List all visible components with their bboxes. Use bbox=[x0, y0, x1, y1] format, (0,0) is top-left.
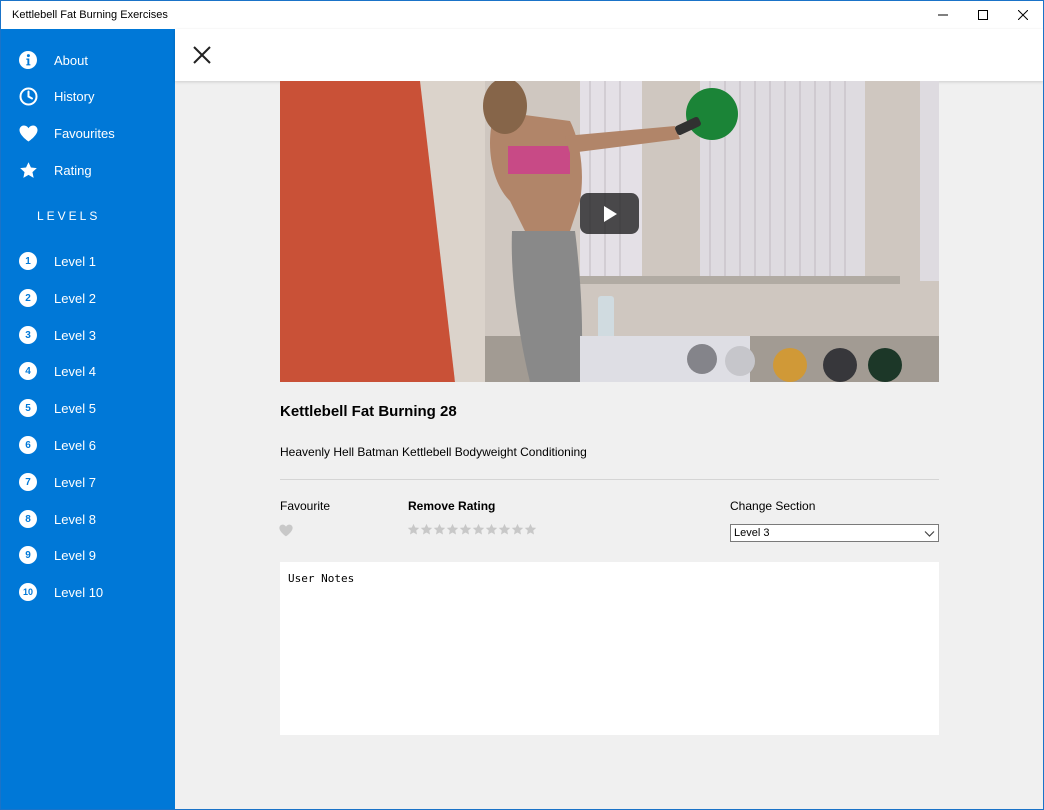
sidebar-item-label: Favourites bbox=[54, 125, 115, 141]
rating-star-icon[interactable] bbox=[420, 523, 433, 536]
section-select[interactable]: Level 3 bbox=[730, 524, 939, 542]
app-window: Kettlebell Fat Burning Exercises About H… bbox=[0, 0, 1044, 810]
sidebar-item-about[interactable]: About bbox=[1, 42, 175, 78]
level-number-icon: 2 bbox=[19, 289, 37, 307]
sidebar-item-history[interactable]: History bbox=[1, 78, 175, 114]
sidebar: About History Favourites Rating LEVELS 1… bbox=[1, 29, 175, 809]
sidebar-item-level-8[interactable]: 8 Level 8 bbox=[1, 501, 175, 537]
sidebar-item-label: Level 7 bbox=[54, 474, 96, 490]
play-button[interactable] bbox=[580, 193, 639, 234]
sidebar-item-label: Level 9 bbox=[54, 547, 96, 563]
sidebar-item-level-6[interactable]: 6 Level 6 bbox=[1, 427, 175, 463]
close-detail-button[interactable] bbox=[190, 43, 214, 67]
levels-heading: LEVELS bbox=[37, 209, 101, 223]
chevron-down-icon bbox=[924, 531, 935, 537]
sidebar-item-label: Level 4 bbox=[54, 363, 96, 379]
exercise-description: Heavenly Hell Batman Kettlebell Bodyweig… bbox=[280, 445, 587, 459]
sidebar-item-label: Level 10 bbox=[54, 584, 104, 600]
detail-header bbox=[175, 29, 1043, 81]
info-icon bbox=[18, 50, 38, 70]
level-number-icon: 6 bbox=[19, 436, 37, 454]
favourite-label: Favourite bbox=[280, 499, 331, 513]
change-section-label: Change Section bbox=[730, 499, 816, 513]
level-number-icon: 8 bbox=[19, 510, 37, 528]
sidebar-item-favourites[interactable]: Favourites bbox=[1, 115, 175, 151]
heart-icon bbox=[18, 123, 38, 143]
sidebar-item-label: Level 5 bbox=[54, 400, 96, 416]
level-number-icon: 3 bbox=[19, 326, 37, 344]
star-icon bbox=[18, 160, 38, 180]
sidebar-item-level-10[interactable]: 10 Level 10 bbox=[1, 574, 175, 610]
level-number-icon: 5 bbox=[19, 399, 37, 417]
rating-stars[interactable] bbox=[407, 523, 537, 536]
level-number-icon: 9 bbox=[19, 546, 37, 564]
rating-star-icon[interactable] bbox=[472, 523, 485, 536]
sidebar-item-label: Rating bbox=[54, 162, 92, 178]
rating-star-icon[interactable] bbox=[407, 523, 420, 536]
sidebar-item-level-5[interactable]: 5 Level 5 bbox=[1, 390, 175, 426]
user-notes-input[interactable] bbox=[280, 562, 939, 735]
title-bar: Kettlebell Fat Burning Exercises bbox=[1, 1, 1043, 29]
sidebar-item-rating[interactable]: Rating bbox=[1, 152, 175, 188]
section-selected-value: Level 3 bbox=[734, 527, 770, 539]
sidebar-item-level-3[interactable]: 3 Level 3 bbox=[1, 317, 175, 353]
sidebar-item-level-9[interactable]: 9 Level 9 bbox=[1, 537, 175, 573]
sidebar-item-level-7[interactable]: 7 Level 7 bbox=[1, 464, 175, 500]
level-number-icon: 10 bbox=[19, 583, 37, 601]
heart-icon bbox=[279, 524, 293, 537]
level-number-icon: 1 bbox=[19, 252, 37, 270]
sidebar-item-label: Level 1 bbox=[54, 253, 96, 269]
favourite-toggle[interactable] bbox=[279, 524, 293, 538]
rating-star-icon[interactable] bbox=[433, 523, 446, 536]
sidebar-item-label: Level 6 bbox=[54, 437, 96, 453]
rating-star-icon[interactable] bbox=[498, 523, 511, 536]
video-player[interactable] bbox=[280, 81, 939, 382]
rating-star-icon[interactable] bbox=[459, 523, 472, 536]
sidebar-item-label: Level 3 bbox=[54, 327, 96, 343]
rating-star-icon[interactable] bbox=[511, 523, 524, 536]
exercise-title: Kettlebell Fat Burning 28 bbox=[280, 403, 457, 420]
sidebar-item-label: Level 8 bbox=[54, 511, 96, 527]
level-number-icon: 7 bbox=[19, 473, 37, 491]
maximize-icon bbox=[978, 10, 988, 20]
sidebar-item-label: Level 2 bbox=[54, 290, 96, 306]
rating-star-icon[interactable] bbox=[446, 523, 459, 536]
close-icon bbox=[193, 46, 211, 64]
sidebar-item-level-1[interactable]: 1 Level 1 bbox=[1, 243, 175, 279]
sidebar-item-label: About bbox=[54, 52, 88, 68]
close-icon bbox=[1018, 10, 1028, 20]
exercise-detail: Kettlebell Fat Burning 28 Heavenly Hell … bbox=[175, 81, 1043, 809]
play-icon bbox=[603, 205, 617, 222]
window-close-button[interactable] bbox=[1000, 1, 1043, 29]
minimize-icon bbox=[938, 14, 948, 16]
level-number-icon: 4 bbox=[19, 362, 37, 380]
rating-star-icon[interactable] bbox=[485, 523, 498, 536]
rating-star-icon[interactable] bbox=[524, 523, 537, 536]
window-title: Kettlebell Fat Burning Exercises bbox=[12, 9, 168, 21]
sidebar-item-level-4[interactable]: 4 Level 4 bbox=[1, 353, 175, 389]
clock-icon bbox=[18, 86, 38, 106]
sidebar-item-level-2[interactable]: 2 Level 2 bbox=[1, 280, 175, 316]
sidebar-item-label: History bbox=[54, 88, 95, 104]
remove-rating-button[interactable]: Remove Rating bbox=[408, 499, 495, 513]
divider bbox=[280, 479, 939, 480]
